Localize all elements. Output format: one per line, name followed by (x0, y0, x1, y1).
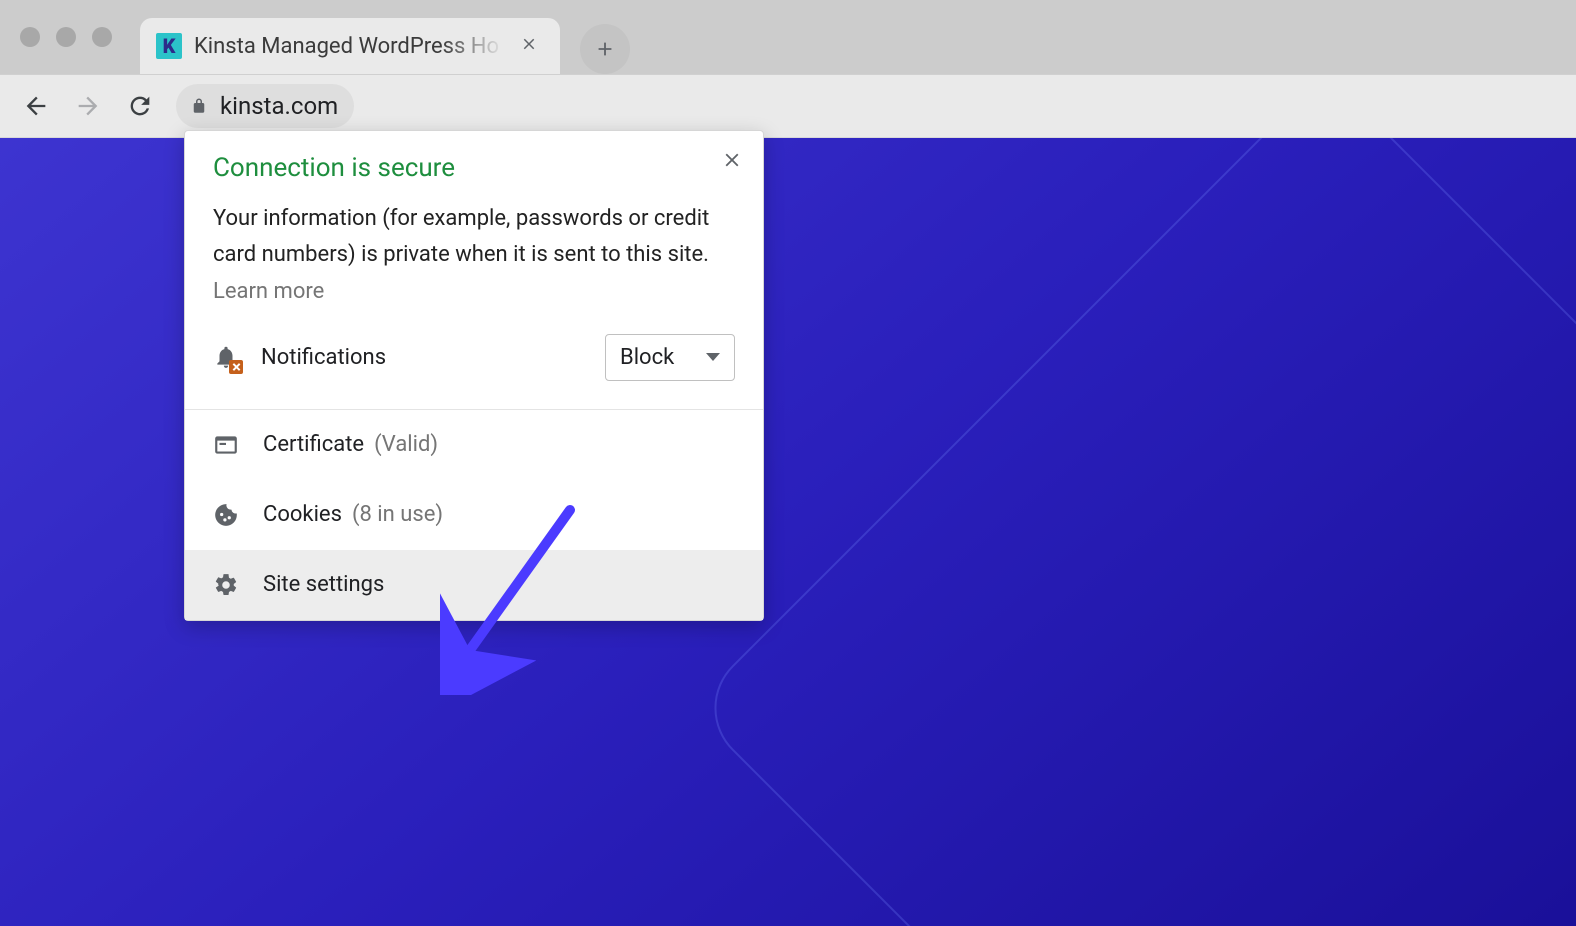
connection-description: Your information (for example, passwords… (213, 201, 735, 310)
arrow-left-icon (22, 92, 50, 120)
reload-button[interactable] (116, 82, 164, 130)
tab-strip: K Kinsta Managed WordPress Ho (140, 0, 630, 74)
browser-tab[interactable]: K Kinsta Managed WordPress Ho (140, 18, 560, 74)
site-settings-label: Site settings (263, 572, 384, 597)
certificate-status: (Valid) (374, 432, 438, 457)
cookies-status: (8 in use) (352, 502, 443, 527)
connection-description-text: Your information (for example, passwords… (213, 206, 709, 267)
plus-icon (594, 38, 616, 60)
reload-icon (126, 92, 154, 120)
notifications-value: Block (620, 345, 674, 370)
arrow-right-icon (74, 92, 102, 120)
browser-toolbar: kinsta.com (0, 74, 1576, 138)
site-info-popover: Connection is secure Your information (f… (184, 130, 764, 621)
cookies-label: Cookies (263, 502, 342, 527)
bell-blocked-icon (213, 344, 239, 370)
popover-close-button[interactable] (717, 145, 747, 181)
maximize-window-button[interactable] (92, 27, 112, 47)
gear-icon (213, 572, 239, 598)
background-shape (690, 138, 1576, 926)
certificate-icon (213, 432, 239, 458)
chevron-down-icon (706, 353, 720, 361)
learn-more-link[interactable]: Learn more (213, 279, 324, 304)
forward-button[interactable] (64, 82, 112, 130)
cookie-icon (213, 502, 239, 528)
close-icon (520, 35, 538, 53)
certificate-row[interactable]: Certificate (Valid) (185, 410, 763, 480)
lock-icon (190, 97, 208, 115)
site-info-button[interactable]: kinsta.com (176, 84, 354, 128)
tab-close-button[interactable] (516, 30, 542, 62)
window-titlebar: K Kinsta Managed WordPress Ho (0, 0, 1576, 74)
notifications-select[interactable]: Block (605, 334, 735, 381)
certificate-label: Certificate (263, 432, 364, 457)
close-icon (721, 149, 743, 171)
connection-status-title: Connection is secure (213, 153, 735, 183)
cookies-row[interactable]: Cookies (8 in use) (185, 480, 763, 550)
url-text: kinsta.com (220, 92, 338, 120)
notifications-label: Notifications (261, 345, 583, 370)
close-window-button[interactable] (20, 27, 40, 47)
tab-favicon: K (156, 33, 182, 59)
tab-title: Kinsta Managed WordPress Ho (194, 34, 504, 59)
notifications-permission-row: Notifications Block (185, 310, 763, 409)
minimize-window-button[interactable] (56, 27, 76, 47)
back-button[interactable] (12, 82, 60, 130)
address-bar[interactable]: kinsta.com (176, 84, 1564, 128)
new-tab-button[interactable] (580, 24, 630, 74)
site-settings-row[interactable]: Site settings (185, 550, 763, 620)
traffic-lights (0, 27, 112, 47)
